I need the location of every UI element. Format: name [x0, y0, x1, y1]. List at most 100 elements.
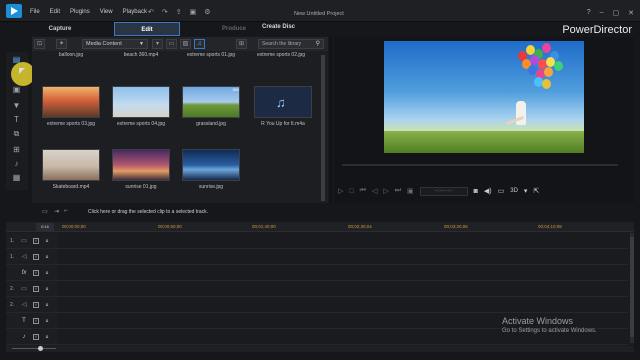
menu-plugins[interactable]: Plugins — [70, 9, 90, 15]
tab-create-disc[interactable]: Create Disc — [262, 24, 295, 30]
settings-icon[interactable]: ⚙ — [204, 8, 210, 16]
track-enable-checkbox[interactable]: ✓ — [33, 238, 39, 244]
library-item[interactable]: R You Up for It.m4a — [254, 86, 312, 127]
effect-room-icon[interactable]: ▼ — [10, 100, 23, 111]
maximize-button[interactable]: ▢ — [613, 9, 620, 17]
storyboard-icon[interactable]: ▭ — [42, 208, 48, 215]
help-button[interactable]: ? — [587, 9, 591, 17]
search-icon[interactable]: ⚲ — [316, 40, 320, 48]
timeline-scrollbar[interactable] — [630, 233, 634, 343]
view-grid-icon[interactable]: ⊞ — [236, 39, 247, 49]
undock-icon[interactable]: ⇱ — [533, 187, 539, 195]
track-video-2[interactable]: 2. ▭ ✓ 🔒︎ — [6, 282, 628, 297]
chapter-room-icon[interactable]: ▦ — [10, 172, 23, 183]
rewind-icon[interactable]: ◁ — [372, 187, 377, 195]
item-caption: R You Up for It.m4a — [261, 121, 305, 127]
close-button[interactable]: ✕ — [628, 9, 634, 17]
tab-capture[interactable]: Capture — [30, 22, 90, 36]
snapshot-camera-icon[interactable]: ◙ — [474, 188, 478, 195]
menu-edit[interactable]: Edit — [50, 9, 60, 15]
track-enable-checkbox[interactable]: ✓ — [33, 302, 39, 308]
next-frame-icon[interactable]: ⏭ — [395, 187, 401, 195]
image-filter-icon[interactable]: ▨ — [180, 39, 191, 49]
lock-icon[interactable]: 🔒︎ — [44, 238, 50, 244]
window-controls: ? – ▢ ✕ — [587, 9, 634, 17]
preview-scrubber[interactable] — [342, 163, 630, 167]
fullscreen-toggle-icon[interactable]: ▭ — [498, 187, 505, 195]
library-item[interactable]: extreme sports 03.jpg — [42, 86, 100, 127]
chevron-down-icon[interactable]: ▾ — [524, 187, 528, 195]
ripple-arrow-icon[interactable]: ⌐ — [64, 208, 68, 214]
zoom-slider-handle[interactable] — [38, 346, 43, 351]
stop-icon[interactable]: □ — [349, 188, 353, 195]
plugin-icon[interactable]: ✦ — [56, 39, 67, 49]
library-item[interactable]: balloon.jpg — [42, 49, 100, 58]
library-item[interactable]: beach 360.mp4 — [112, 49, 170, 58]
track-header: ♪ ✓ 🔒︎ — [10, 334, 50, 340]
panel-divider[interactable] — [330, 37, 332, 203]
track-audio-1[interactable]: 1. ◁ ✓ 🔒︎ — [6, 250, 628, 265]
menu-view[interactable]: View — [100, 9, 113, 15]
lock-icon[interactable]: 🔒︎ — [44, 318, 50, 324]
audio-filter-icon[interactable]: ♫ — [194, 39, 205, 49]
library-item[interactable]: sunrise 01.jpg — [112, 149, 170, 190]
undo-icon[interactable]: ↶ — [148, 8, 154, 16]
redo-icon[interactable]: ↷ — [162, 8, 168, 16]
library-item[interactable]: 360 grassland.jpg — [182, 86, 240, 127]
menu-playback[interactable]: Playback — [123, 9, 147, 15]
360-badge: 360 — [232, 87, 239, 92]
volume-icon[interactable]: ◀) — [484, 187, 492, 195]
video-filter-icon[interactable]: ▭ — [166, 39, 177, 49]
library-item[interactable]: sunrise.jpg — [182, 149, 240, 190]
track-fx[interactable]: fx ✓ 🔒︎ — [6, 266, 628, 281]
media-content-dropdown[interactable]: Media Content ▼ — [82, 39, 148, 49]
track-enable-checkbox[interactable]: ✓ — [33, 318, 39, 324]
track-audio-2[interactable]: 2. ◁ ✓ 🔒︎ — [6, 298, 628, 313]
track-enable-checkbox[interactable]: ✓ — [33, 286, 39, 292]
timeline-ruler-button[interactable]: 0:16 — [36, 223, 54, 231]
library-item[interactable]: extreme sports 04.jpg — [112, 86, 170, 127]
title-room-icon[interactable]: T — [10, 114, 23, 125]
upload-icon[interactable]: ⇪ — [176, 8, 182, 16]
scrubber-track[interactable] — [342, 164, 618, 166]
lock-icon[interactable]: 🔒︎ — [44, 302, 50, 308]
minimize-button[interactable]: – — [600, 9, 604, 17]
forward-icon[interactable]: ▷ — [383, 187, 388, 195]
library-search-input[interactable]: Search the library ⚲ — [258, 39, 324, 49]
lock-icon[interactable]: 🔒︎ — [44, 270, 50, 276]
track-enable-checkbox[interactable]: ✓ — [33, 254, 39, 260]
lock-icon[interactable]: 🔒︎ — [44, 334, 50, 340]
tab-produce[interactable]: Produce — [204, 22, 264, 36]
3d-mode-button[interactable]: 3D — [510, 188, 518, 194]
library-item[interactable]: extreme sports 01.jpg — [182, 49, 240, 58]
ruler-timecode: 00;00;50;00 — [158, 224, 182, 229]
timeline-ruler[interactable]: 0:16 00;00;00;00 00;00;50;00 00;01;40;00… — [6, 222, 634, 232]
library-scrollbar[interactable] — [321, 55, 325, 201]
lock-icon[interactable]: 🔒︎ — [44, 286, 50, 292]
item-thumbnail — [42, 149, 100, 181]
prev-frame-icon[interactable]: ⏮ — [360, 187, 366, 195]
ripple-icon[interactable]: ⇥ — [54, 208, 59, 215]
menu-file[interactable]: File — [30, 9, 40, 15]
item-thumbnail — [182, 86, 240, 118]
lock-icon[interactable]: 🔒︎ — [44, 254, 50, 260]
track-enable-checkbox[interactable]: ✓ — [33, 334, 39, 340]
track-video-1[interactable]: 1. ▭ ✓ 🔒︎ — [6, 234, 628, 249]
filter-icon[interactable]: ▾ — [152, 39, 163, 49]
snapshot-icon[interactable]: ▣ — [407, 187, 414, 195]
scrollbar-thumb[interactable] — [321, 55, 325, 201]
import-icon[interactable]: ⊡ — [34, 39, 45, 49]
play-icon[interactable]: ▷ — [338, 187, 343, 195]
item-thumbnail — [112, 149, 170, 181]
app-logo-icon — [6, 4, 22, 18]
track-enable-checkbox[interactable]: ✓ — [33, 270, 39, 276]
zoom-slider-track[interactable] — [12, 348, 56, 349]
scrollbar-thumb[interactable] — [630, 237, 634, 337]
voice-over-icon[interactable]: ♪ — [10, 158, 23, 169]
camera-icon[interactable]: ▣ — [190, 8, 197, 16]
library-item[interactable]: extreme sports 02.jpg — [252, 49, 310, 58]
transition-room-icon[interactable]: ⧉ — [10, 128, 23, 139]
tab-edit[interactable]: Edit — [114, 22, 180, 36]
library-item[interactable]: Skateboard.mp4 — [42, 149, 100, 190]
audio-mixing-icon[interactable]: ⊞ — [10, 144, 23, 155]
